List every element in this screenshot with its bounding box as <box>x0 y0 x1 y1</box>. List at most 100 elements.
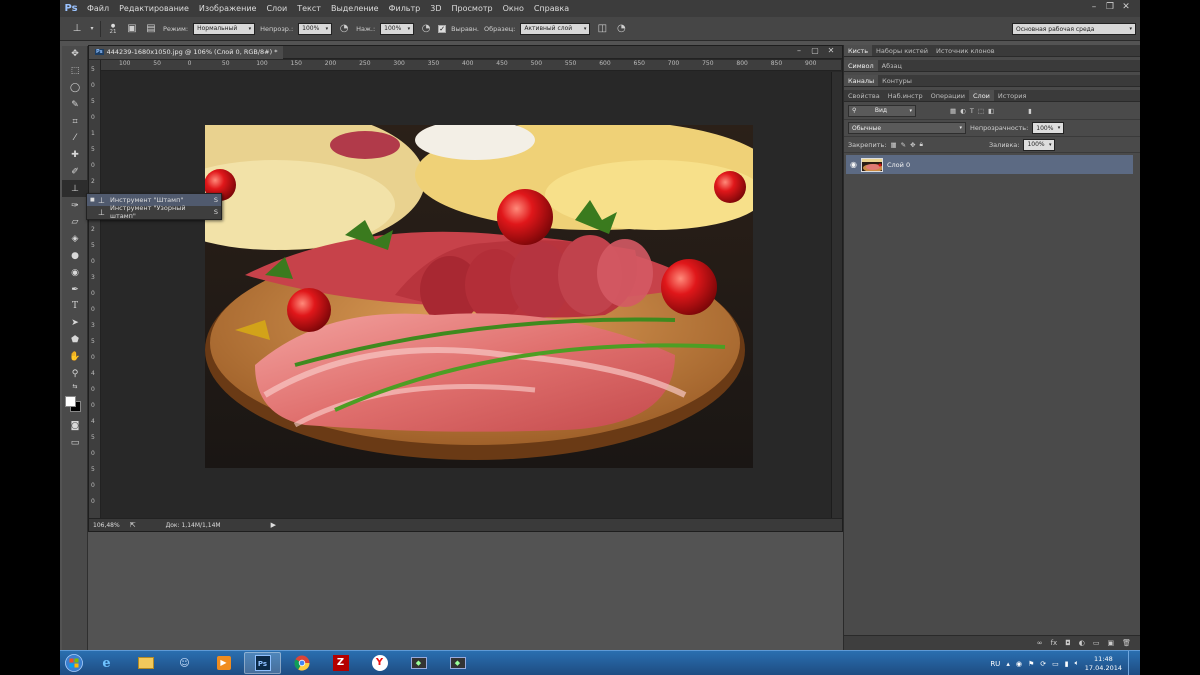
healing-brush-tool-icon[interactable]: ✚ <box>62 147 88 164</box>
eraser-tool-icon[interactable]: ▱ <box>62 214 88 231</box>
layer-opacity-input[interactable]: 100% ▾ <box>1032 122 1065 134</box>
pressure-opacity-icon[interactable]: ◔ <box>337 22 351 36</box>
layer-row[interactable]: ◉ Слой 0 <box>846 155 1133 174</box>
menu-layers[interactable]: Слои <box>261 0 292 17</box>
type-filter-icon[interactable]: T <box>970 107 974 115</box>
smart-object-filter-icon[interactable]: ◧ <box>988 107 994 115</box>
zoom-level[interactable]: 106,48% <box>93 522 120 529</box>
close-icon[interactable]: ✕ <box>1118 0 1134 14</box>
tray-app-icon[interactable]: ◉ <box>1016 660 1022 668</box>
taskbar-photoshop-icon[interactable]: Ps <box>244 652 281 674</box>
type-tool-icon[interactable]: T <box>62 298 88 315</box>
blend-mode-select[interactable]: Обычные ▾ <box>848 122 966 134</box>
dodge-tool-icon[interactable]: ◉ <box>62 264 88 281</box>
tab-paragraph[interactable]: Абзац <box>878 60 906 71</box>
taskbar-app-icon[interactable]: ◆ <box>400 652 437 674</box>
opacity-input[interactable]: 100% ▾ <box>298 22 333 35</box>
screen-mode-icon[interactable]: ▭ <box>62 435 88 452</box>
taskbar-explorer-icon[interactable] <box>127 652 164 674</box>
clone-stamp-preset-icon[interactable]: ⊥ <box>70 22 84 36</box>
menu-text[interactable]: Текст <box>292 0 326 17</box>
brush-panel-icon[interactable]: ▣ <box>125 22 139 36</box>
menu-help[interactable]: Справка <box>529 0 574 17</box>
new-group-icon[interactable]: ▭ <box>1093 639 1100 647</box>
eye-icon[interactable]: ◉ <box>850 160 857 169</box>
tab-history[interactable]: История <box>994 90 1030 101</box>
clock[interactable]: 11:48 17.04.2014 <box>1085 655 1122 673</box>
tab-tool-presets[interactable]: Наб.инстр <box>884 90 927 101</box>
move-tool-icon[interactable]: ✥ <box>62 46 88 63</box>
volume-icon[interactable]: 🔈︎ <box>1075 659 1079 668</box>
taskbar-messenger-icon[interactable]: ☺ <box>166 652 203 674</box>
menu-select[interactable]: Выделение <box>326 0 384 17</box>
pressure-input[interactable]: 100% ▾ <box>380 22 415 35</box>
tab-channels[interactable]: Каналы <box>844 75 879 86</box>
tab-actions[interactable]: Операции <box>927 90 969 101</box>
menu-file[interactable]: Файл <box>82 0 114 17</box>
pen-tool-icon[interactable]: ✒ <box>62 281 88 298</box>
chevron-down-icon[interactable]: ▾ <box>89 22 95 36</box>
lock-all-icon[interactable]: 🔒︎ <box>920 140 923 149</box>
swap-colors-icon[interactable]: ⇆ <box>62 382 88 392</box>
export-icon[interactable]: ⇱ <box>130 521 136 529</box>
taskbar-media-player-icon[interactable]: ▶ <box>205 652 242 674</box>
layer-style-icon[interactable]: fx <box>1051 639 1058 647</box>
menu-view[interactable]: Просмотр <box>447 0 498 17</box>
eyedropper-tool-icon[interactable]: ⁄ <box>62 130 88 147</box>
layer-filter-select[interactable]: ⚲ Вид ▾ <box>848 104 916 117</box>
ignore-adjustment-icon[interactable]: ◫ <box>595 22 609 36</box>
layer-mask-icon[interactable]: ◘ <box>1065 639 1071 647</box>
monitor-icon[interactable]: ▭ <box>1052 660 1059 668</box>
lock-transparency-icon[interactable]: ▦ <box>890 141 896 149</box>
sample-select[interactable]: Активный слой ▾ <box>520 22 591 35</box>
filter-toggle-icon[interactable]: ▮ <box>1028 107 1032 115</box>
taskbar-yandex-icon[interactable]: Y <box>361 652 398 674</box>
workspace-select[interactable]: Основная рабочая среда ▾ <box>1012 23 1136 35</box>
pixel-filter-icon[interactable]: ▦ <box>950 107 956 115</box>
tab-character[interactable]: Символ <box>844 60 878 71</box>
airbrush-icon[interactable]: ◔ <box>419 22 433 36</box>
tab-paths[interactable]: Контуры <box>878 75 916 86</box>
hand-tool-icon[interactable]: ✋ <box>62 348 88 365</box>
canvas-area[interactable] <box>102 72 831 519</box>
quick-mask-icon[interactable]: ◙ <box>62 418 88 435</box>
taskbar-chrome-icon[interactable] <box>283 652 320 674</box>
minimize-icon[interactable]: – <box>794 46 804 55</box>
layer-name[interactable]: Слой 0 <box>887 161 910 169</box>
brush-size-picker[interactable]: ● 21 <box>106 21 120 37</box>
paint-bucket-tool-icon[interactable]: ◈ <box>62 231 88 248</box>
new-layer-icon[interactable]: ▣ <box>1107 639 1114 647</box>
close-icon[interactable]: ✕ <box>826 46 836 55</box>
status-menu-arrow-icon[interactable]: ▶ <box>271 521 276 529</box>
menu-window[interactable]: Окно <box>498 0 529 17</box>
maximize-icon[interactable]: ▢ <box>810 46 820 55</box>
action-center-icon[interactable]: ⚑ <box>1028 660 1034 668</box>
minimize-icon[interactable]: – <box>1086 0 1102 14</box>
restore-icon[interactable]: ❐ <box>1102 0 1118 14</box>
trash-icon[interactable]: 🗑︎ <box>1122 639 1131 647</box>
blur-tool-icon[interactable]: ● <box>62 248 88 265</box>
shape-tool-icon[interactable]: ⬟ <box>62 332 88 349</box>
document-tab[interactable]: Ps 444239-1680x1050.jpg @ 106% (Слой 0, … <box>89 45 284 59</box>
zoom-tool-icon[interactable]: ⚲ <box>62 365 88 382</box>
quick-select-tool-icon[interactable]: ✎ <box>62 96 88 113</box>
language-indicator[interactable]: RU <box>990 660 1000 668</box>
lock-position-icon[interactable]: ✥ <box>910 141 915 149</box>
fill-input[interactable]: 100% ▾ <box>1023 138 1056 151</box>
path-select-tool-icon[interactable]: ➤ <box>62 315 88 332</box>
taskbar-ie-icon[interactable]: e <box>88 652 125 674</box>
brush-tool-icon[interactable]: ✐ <box>62 164 88 181</box>
start-button[interactable] <box>60 651 88 675</box>
vertical-scrollbar[interactable] <box>831 72 842 519</box>
tab-properties[interactable]: Свойства <box>844 90 884 101</box>
marquee-tool-icon[interactable]: ⬚ <box>62 63 88 80</box>
tab-brush-presets[interactable]: Наборы кистей <box>872 45 932 56</box>
lock-pixels-icon[interactable]: ✎ <box>901 141 906 149</box>
crop-tool-icon[interactable]: ⌗ <box>62 113 88 130</box>
menu-3d[interactable]: 3D <box>425 0 446 17</box>
aligned-checkbox[interactable]: ✓ <box>438 24 447 33</box>
pressure-size-icon[interactable]: ◔ <box>614 22 628 36</box>
clone-stamp-tool-icon[interactable]: ⊥ <box>62 180 88 198</box>
menu-image[interactable]: Изображение <box>194 0 262 17</box>
shape-filter-icon[interactable]: ⬚ <box>978 107 984 115</box>
